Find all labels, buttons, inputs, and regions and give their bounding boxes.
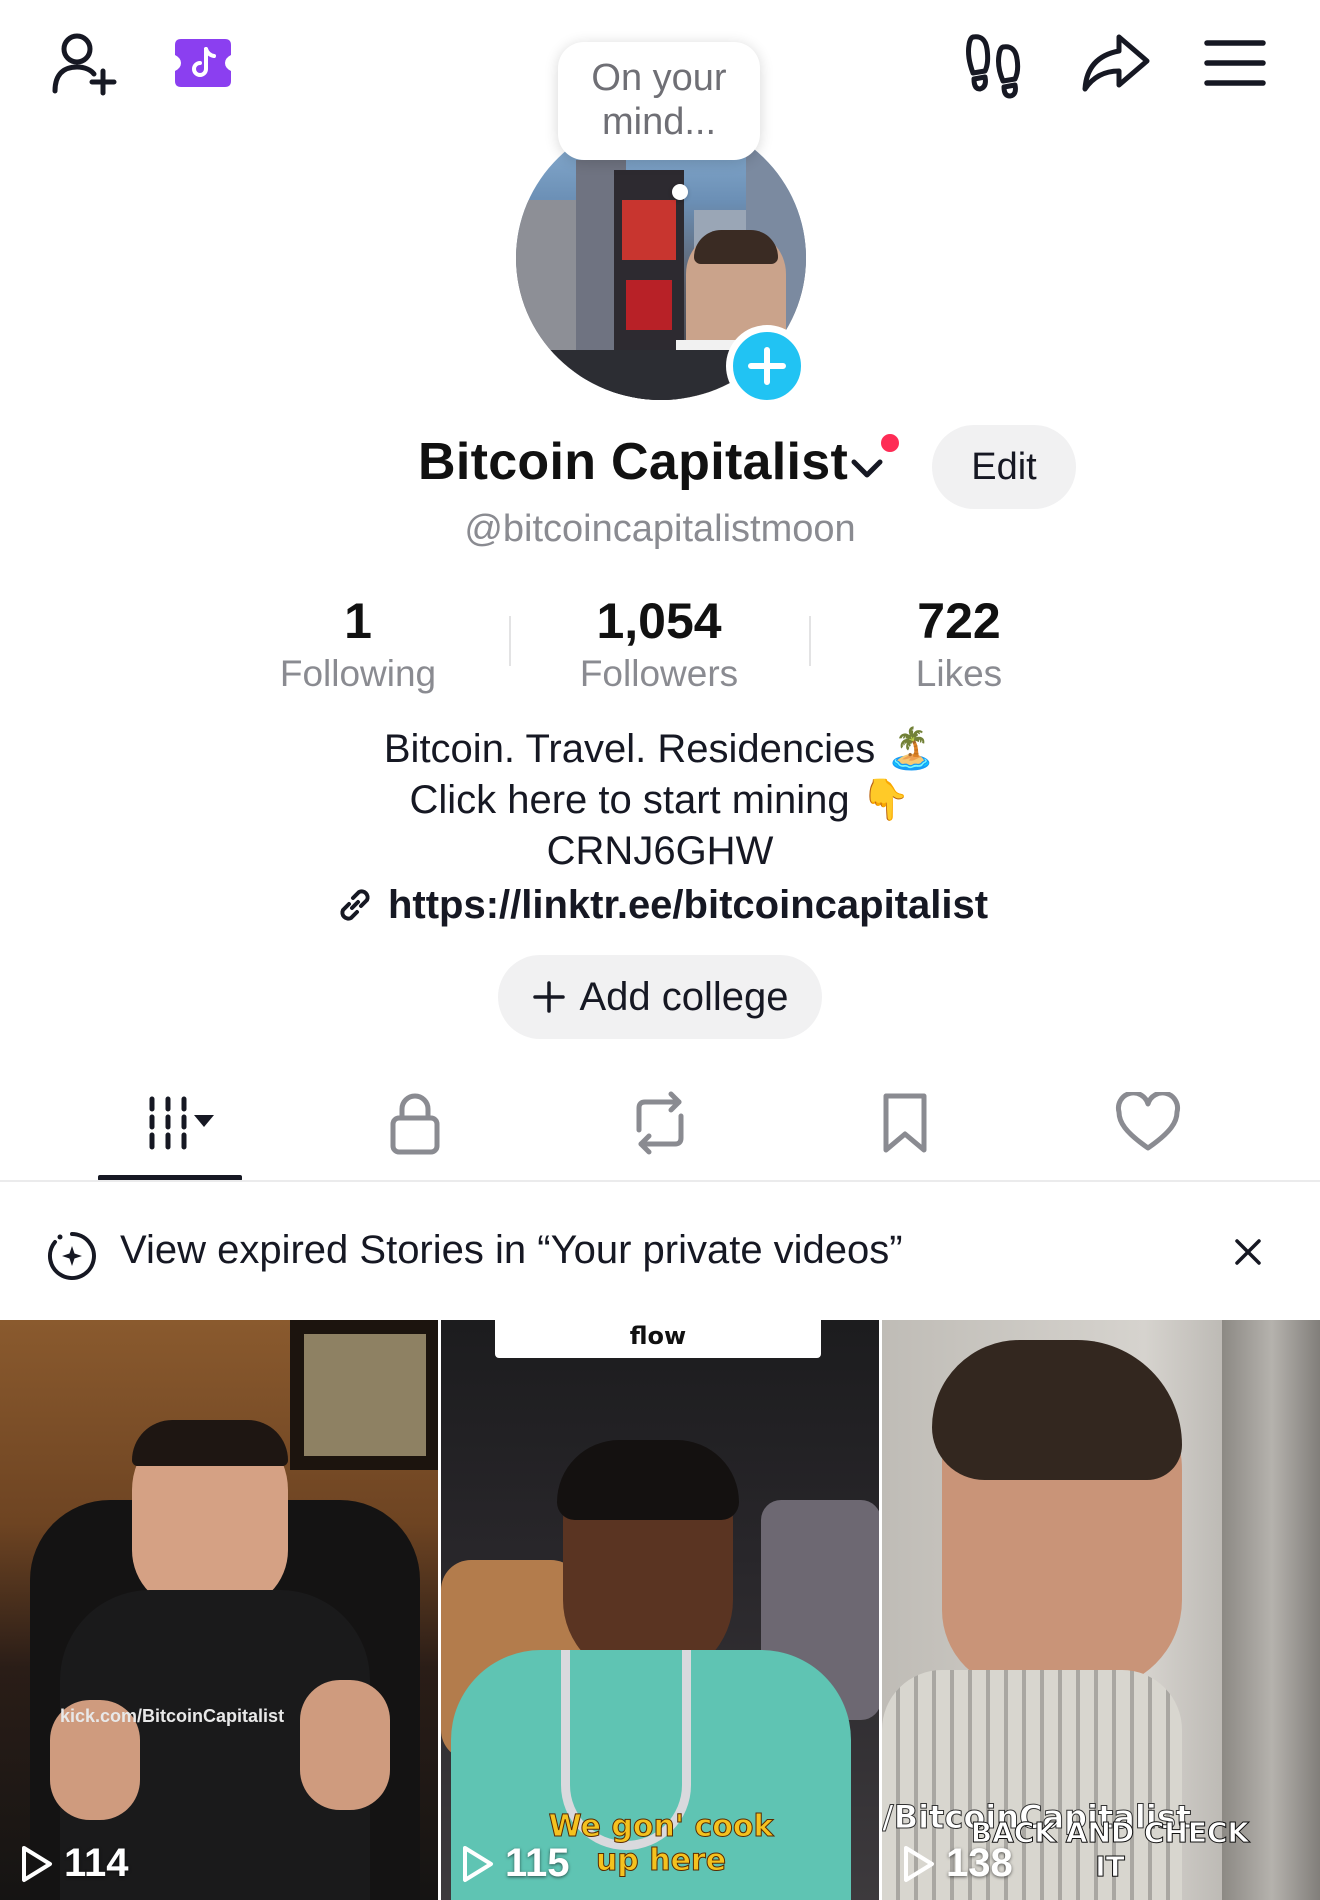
view-count: 115 [459,1841,570,1886]
stat-label: Followers [579,653,739,694]
expired-stories-notice[interactable]: View expired Stories in “Your private vi… [120,1228,903,1273]
tab-divider [0,1180,1320,1182]
add-college-label: Add college [579,974,789,1019]
share-icon [1082,34,1150,92]
video-grid: kick.com/BitcoinCapitalist 114 flow We g… [0,1320,1320,1900]
profile-name[interactable]: Bitcoin Capitalist [418,432,848,492]
play-icon [463,1845,493,1882]
grid-videos-icon [149,1096,214,1150]
tiktok-now-button[interactable] [164,24,242,102]
video-overlay-text: kick.com/BitcoinCapitalist [60,1706,285,1726]
stat-followers[interactable]: 1,054 Followers [539,590,779,696]
title-card: flow [495,1320,821,1358]
bubble-tail-dot [672,184,688,200]
repost-icon [636,1091,684,1155]
bio-line: Bitcoin. Travel. Residencies 🏝️ [383,727,937,771]
close-icon[interactable] [1232,1236,1264,1268]
profile-views-button[interactable] [956,24,1034,102]
video-thumbnail[interactable]: /BitcoinCapitalist BACK AND CHECK IT 138 [882,1320,1320,1900]
person-silhouette [932,1340,1182,1690]
tab-reposts[interactable] [590,1082,730,1164]
edit-profile-button[interactable]: Edit [932,425,1076,509]
hand-shape [300,1680,390,1810]
share-profile-button[interactable] [1076,24,1154,102]
stat-value: 1,054 [596,593,722,649]
heart-icon [1115,1092,1181,1151]
profile-handle: @bitcoincapitalistmoon [464,508,856,550]
stat-value: 1 [344,593,372,649]
add-friend-icon [52,33,117,96]
stat-divider [809,616,811,666]
video-caption: We gon' cook up here [548,1809,774,1878]
video-thumbnail[interactable]: flow We gon' cook up here 115 [441,1320,879,1900]
add-story-button[interactable] [726,325,808,407]
view-count-value: 114 [64,1841,129,1885]
stat-value: 722 [917,593,1001,649]
status-bubble-line2: mind... [601,101,717,143]
menu-icon [1204,40,1266,86]
tab-favorites[interactable] [835,1082,975,1164]
bio-line: CRNJ6GHW [546,829,774,873]
notification-dot [878,431,902,455]
view-count: 114 [18,1841,129,1886]
stat-following[interactable]: 1 Following [238,590,478,696]
tiktok-app-icon [175,39,231,87]
menu-button[interactable] [1196,24,1274,102]
view-count-value: 138 [946,1841,1013,1885]
add-college-button[interactable]: Add college [498,955,822,1039]
status-bubble-line1: On your [591,57,727,99]
video-thumbnail[interactable]: kick.com/BitcoinCapitalist 114 [0,1320,438,1900]
bio-line: Click here to start mining 👇 [409,778,911,822]
link-icon [340,889,370,921]
frame-shape [290,1320,438,1470]
person-silhouette [557,1440,739,1680]
bookmark-icon [883,1093,927,1153]
play-icon [22,1845,52,1882]
footprints-icon [966,34,1021,99]
add-friend-button[interactable] [44,24,122,102]
stat-likes[interactable]: 722 Likes [839,590,1079,696]
tab-liked[interactable] [1078,1082,1218,1164]
chevron-down-icon[interactable] [848,450,886,488]
story-icon [47,1232,96,1280]
plus-icon [748,347,786,385]
stat-divider [509,616,511,666]
bio-link[interactable]: https://linktr.ee/bitcoincapitalist [0,882,1320,928]
tab-private[interactable] [345,1082,485,1164]
curtain-shape [1222,1320,1320,1900]
view-count: 138 [900,1841,1013,1886]
stat-label: Following [279,653,437,694]
play-icon [904,1845,934,1882]
status-bubble[interactable]: On your mind... [558,42,760,160]
view-count-value: 115 [505,1841,570,1885]
stat-label: Likes [915,653,1003,694]
bio-link-text[interactable]: https://linktr.ee/bitcoincapitalist [388,883,988,928]
person-silhouette [132,1420,288,1610]
plus-icon [533,981,566,1013]
title-card-text: flow [629,1322,687,1350]
lock-icon [390,1093,440,1155]
tab-videos[interactable] [100,1082,240,1164]
